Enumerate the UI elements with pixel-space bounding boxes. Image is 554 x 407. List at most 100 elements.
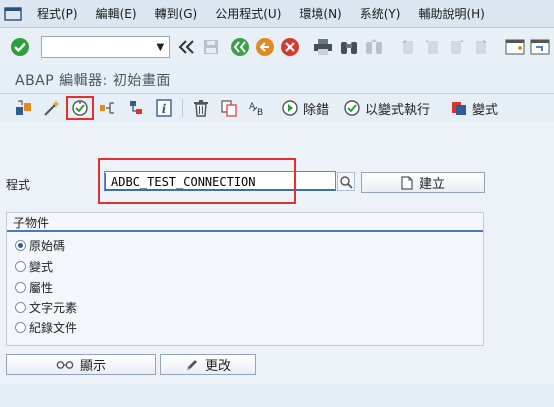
program-highlight-box [98, 158, 296, 204]
radio-source-code[interactable]: 原始碼 [15, 237, 65, 254]
binoculars-next-icon [365, 39, 382, 54]
radio-label: 屬性 [29, 281, 54, 295]
glasses-icon [56, 360, 74, 369]
activate-button[interactable] [66, 96, 94, 120]
execute-with-variant-button[interactable]: 以變式執行 [343, 99, 430, 118]
rename-icon: AB [249, 102, 263, 117]
page-title: ABAP 編輯器: 初始畫面 [15, 73, 171, 89]
display-label: 顯示 [79, 359, 106, 374]
save-icon [203, 40, 218, 54]
variant-icon [452, 102, 467, 115]
exit-button[interactable] [254, 35, 277, 59]
printer-icon [314, 39, 333, 55]
debug-button[interactable]: 除錯 [281, 99, 329, 118]
execute-variant-icon [344, 100, 360, 116]
radio-attributes[interactable]: 屬性 [15, 279, 53, 296]
rename-button[interactable]: AB [243, 96, 271, 120]
info-button[interactable]: i [150, 96, 178, 120]
print-button[interactable] [312, 35, 335, 59]
radio-button[interactable] [15, 322, 26, 333]
back-icon [231, 38, 250, 56]
create-label: 建立 [418, 177, 445, 192]
application-toolbar: i AB 除錯 以變式執行 變式 [0, 94, 554, 122]
radio-label: 紀錄文件 [29, 321, 78, 335]
search-help-button[interactable] [337, 172, 355, 191]
copy-icon [221, 100, 237, 117]
next-page-button[interactable] [446, 35, 469, 59]
display-button[interactable]: 顯示 [6, 354, 156, 375]
cancel-icon [281, 38, 300, 56]
object-list-button[interactable] [122, 96, 150, 120]
shortcut-button[interactable] [529, 35, 552, 59]
subobjects-title: 子物件 [13, 216, 50, 230]
radio-text-elements[interactable]: 文字元素 [15, 299, 77, 316]
delete-button[interactable] [187, 96, 215, 120]
empty-lower-area [0, 384, 554, 407]
object-list-icon [16, 100, 31, 115]
hierarchy-icon [130, 101, 142, 114]
subobjects-group: 子物件 原始碼 變式 屬性 文字元素 紀錄文件 [6, 212, 484, 346]
menu-bar: 程式(P) 編輯(E) 轉到(G) 公用程式(U) 環境(N) 系统(Y) 輔助… [0, 0, 554, 28]
radio-label: 原始碼 [29, 239, 66, 253]
svg-text:A: A [249, 102, 256, 112]
new-window-icon [505, 39, 525, 55]
previous-page-icon [424, 39, 438, 54]
radio-button[interactable] [15, 261, 26, 272]
main-content: 程式 建立 子物件 原始碼 變式 屬性 文字元素 紀錄文 [0, 122, 554, 407]
command-field[interactable]: ▼ [41, 36, 171, 58]
where-used-button[interactable] [94, 96, 122, 120]
menu-system[interactable]: 系统(Y) [351, 0, 410, 28]
system-toolbar: ▼ [0, 30, 554, 64]
shortcut-icon [530, 39, 550, 55]
radio-variants[interactable]: 變式 [15, 258, 53, 275]
debug-label: 除錯 [303, 102, 330, 118]
collapse-toolbar-button[interactable] [174, 35, 197, 59]
last-page-button[interactable] [471, 35, 494, 59]
double-chevron-left-icon [178, 40, 194, 54]
radio-button[interactable] [15, 282, 26, 293]
copy-button[interactable] [215, 96, 243, 120]
svg-text:B: B [257, 108, 263, 117]
variant-button[interactable]: 變式 [450, 99, 498, 118]
enter-button[interactable] [8, 35, 31, 59]
save-button[interactable] [199, 35, 222, 59]
menu-help[interactable]: 輔助說明(H) [409, 0, 493, 28]
menu-edit[interactable]: 編輯(E) [87, 0, 146, 28]
first-page-button[interactable] [395, 35, 418, 59]
new-document-icon [401, 175, 413, 190]
execute-variant-label: 以變式執行 [365, 102, 431, 118]
create-button[interactable]: 建立 [361, 172, 485, 193]
chevron-down-icon[interactable]: ▼ [153, 40, 167, 54]
pencil-icon [186, 359, 197, 370]
check-button[interactable] [38, 96, 66, 120]
last-page-icon [476, 39, 488, 54]
radio-button[interactable] [15, 240, 26, 251]
radio-documentation[interactable]: 紀錄文件 [15, 319, 77, 336]
find-next-button[interactable] [362, 35, 385, 59]
group-divider [7, 230, 483, 232]
previous-page-button[interactable] [420, 35, 443, 59]
change-button[interactable]: 更改 [160, 354, 256, 375]
new-session-button[interactable] [504, 35, 527, 59]
debug-icon [282, 100, 298, 116]
cancel-button[interactable] [279, 35, 302, 59]
magic-wand-icon [44, 100, 60, 116]
exit-icon [256, 38, 275, 56]
menu-environment[interactable]: 環境(N) [290, 0, 350, 28]
change-label: 更改 [204, 359, 231, 374]
back-button[interactable] [229, 35, 252, 59]
other-object-button[interactable] [10, 96, 38, 120]
title-bar: ABAP 編輯器: 初始畫面 [0, 64, 554, 94]
command-input[interactable] [42, 37, 153, 57]
radio-button[interactable] [15, 302, 26, 313]
menu-goto[interactable]: 轉到(G) [146, 0, 207, 28]
menu-program[interactable]: 程式(P) [28, 0, 87, 28]
search-icon [340, 175, 353, 189]
svg-text:i: i [162, 102, 167, 116]
info-icon: i [156, 99, 172, 117]
menu-utilities[interactable]: 公用程式(U) [206, 0, 290, 28]
next-page-icon [451, 39, 465, 54]
find-button[interactable] [337, 35, 360, 59]
first-page-icon [401, 39, 413, 54]
sap-menu-icon[interactable] [2, 3, 24, 25]
